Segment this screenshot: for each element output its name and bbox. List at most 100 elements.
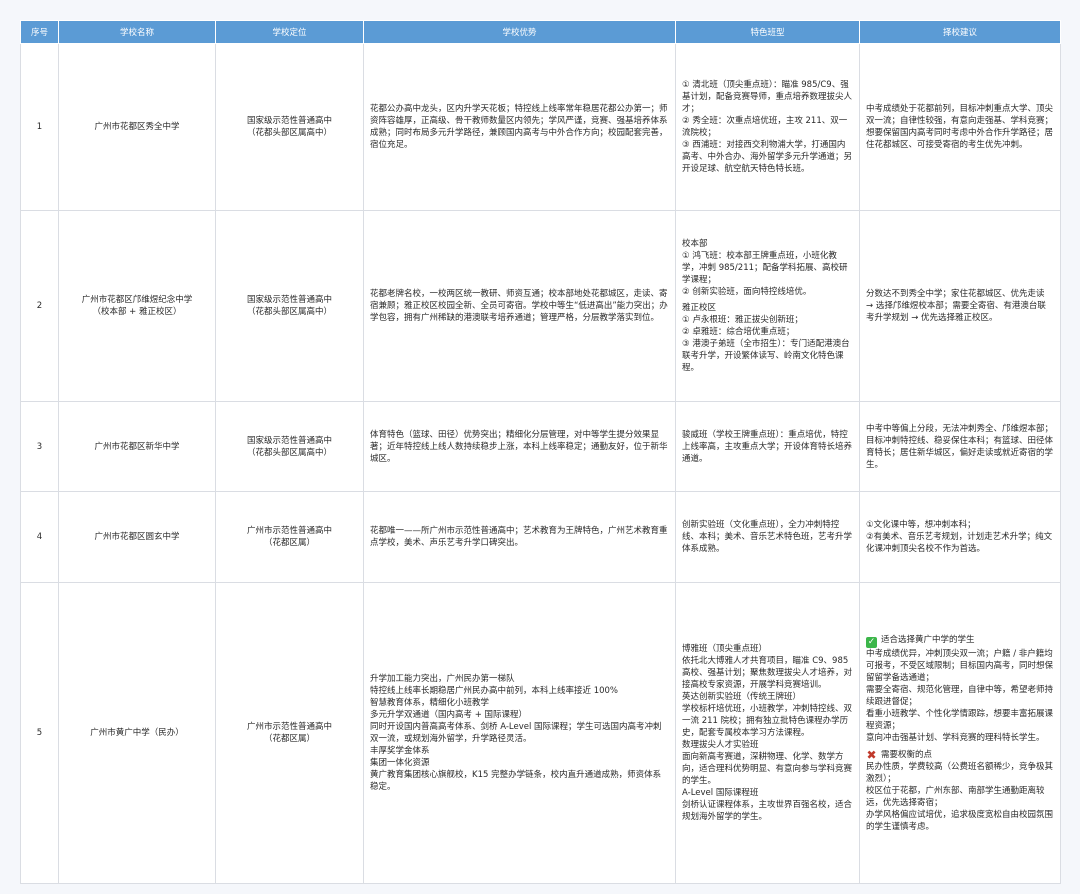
advice-item: 校区位于花都，广州东部、南部学生通勤距离较远，优先选择寄宿； <box>866 785 1045 808</box>
advice-item: 民办性质，学费较高（公费班名额稀少，竞争极其激烈）； <box>866 761 1054 784</box>
header-no: 序号 <box>20 20 59 44</box>
class-subheading: 雅正校区 <box>682 303 717 313</box>
cell-school-position: 广州市示范性普通高中 （花都区属） <box>215 491 364 583</box>
advice-good-heading: ✓ 适合选择黄广中学的学生 <box>866 634 1054 648</box>
advantage-text: 花都公办高中龙头，区内升学天花板；特控线上线率常年稳居花都公办第一；师资阵容雄厚… <box>370 104 668 150</box>
class-item: 面向新高考赛道，深耕物理、化学、数学方向，适合理科优势明显、有意向参与学科竞赛的… <box>682 752 853 786</box>
class-item: ① 鸿飞班：校本部王牌重点班，小班化教学，冲刺 985/211；配备学科拓展、高… <box>682 251 848 285</box>
advice-bad-title: 需要权衡的点 <box>881 749 933 760</box>
advice-text: 中考成绩处于花都前列，目标冲刺重点大学、顶尖双一流；自律性较强，有意向走强基、学… <box>866 104 1054 150</box>
class-subheading: A-Level 国际课程班 <box>682 788 759 798</box>
advice-item: 中考成绩优异，冲刺顶尖双一流；户籍 / 非户籍均可报考，不受区域限制；目标国内高… <box>866 648 1054 683</box>
table-row: 2 广州市花都区邝维煜纪念中学 （校本部 + 雅正校区） 国家级示范性普通高中 … <box>20 210 1061 402</box>
class-item: 创新实验班（文化重点班），全力冲刺特控线、本科；美术、音乐艺术特色班，艺考升学体… <box>682 520 853 554</box>
cell-school-position: 国家级示范性普通高中 （花都头部区属高中） <box>215 210 364 402</box>
table-row: 3 广州市花都区新华中学 国家级示范性普通高中 （花都头部区属高中） 体育特色（… <box>20 401 1061 492</box>
advice-bad-heading: ✖ 需要权衡的点 <box>866 749 1054 761</box>
class-item: 依托北大博雅人才共育项目，瞄准 C9、985 高校、强基计划；聚焦数理拔尖人才培… <box>682 656 853 690</box>
cell-no: 3 <box>20 401 59 492</box>
header-featured-classes: 特色班型 <box>675 20 860 44</box>
cell-advice: 中考中等偏上分段，无法冲刺秀全、邝维煜本部；目标冲刺特控线、稳妥保住本科；有篮球… <box>859 401 1061 492</box>
class-item: ① 清北班（顶尖重点班）：瞄准 985/C9、强基计划，配备竞赛导师，重点培养数… <box>682 80 853 114</box>
class-item: ② 卓雅班：综合培优重点班； <box>682 327 795 337</box>
advantage-heading: 多元升学双通道（国内高考 + 国际课程） <box>370 710 528 720</box>
cell-classes: 校本部 ① 鸿飞班：校本部王牌重点班，小班化教学，冲刺 985/211；配备学科… <box>675 210 860 402</box>
advantage-text: 体育特色（篮球、田径）优势突出；精细化分层管理，对中等学生提分效果显著；近年特控… <box>370 429 668 464</box>
position-line: 广州市示范性普通高中 <box>246 722 332 732</box>
header-choice-advice: 择校建议 <box>859 20 1061 44</box>
cell-school-position: 国家级示范性普通高中 （花都头部区属高中） <box>215 401 364 492</box>
advantage-heading: 升学加工能力突出，广州民办第一梯队 <box>370 674 515 684</box>
class-item: ② 秀全班：次重点培优班，主攻 211、双一流院校； <box>682 116 848 138</box>
advantage-heading: 集团一体化资源 <box>370 758 430 768</box>
cell-advice: ✓ 适合选择黄广中学的学生 中考成绩优异，冲刺顶尖双一流；户籍 / 非户籍均可报考… <box>859 582 1061 884</box>
advice-text: 中考中等偏上分段，无法冲刺秀全、邝维煜本部；目标冲刺特控线、稳妥保住本科；有篮球… <box>866 423 1054 470</box>
position-line: 广州市示范性普通高中 <box>246 526 332 536</box>
school-name-line: 广州市花都区邝维煜纪念中学 <box>81 295 193 305</box>
school-table-frame: 序号 学校名称 学校定位 学校优势 特色班型 择校建议 1 广州市花都区秀全中学… <box>20 20 1061 884</box>
cell-school-name: 广州市花都区新华中学 <box>58 401 216 492</box>
header-school-advantage: 学校优势 <box>363 20 676 44</box>
class-item: 剑桥认证课程体系，主攻世界百强名校，适合规划海外留学的学生。 <box>682 800 853 822</box>
cell-classes: 骏威班（学校王牌重点班）：重点培优，特控上线率高，主攻重点大学；开设体育特长培养… <box>675 401 860 492</box>
cell-school-position: 国家级示范性普通高中 （花都头部区属高中） <box>215 43 364 211</box>
advantage-text: 特控线上线率长期稳居广州民办高中前列，本科上线率接近 100% <box>370 686 619 696</box>
cell-advantage: 花都公办高中龙头，区内升学天花板；特控线上线率常年稳居花都公办第一；师资阵容雄厚… <box>363 43 676 211</box>
cell-no: 5 <box>20 582 59 884</box>
cell-classes: ① 清北班（顶尖重点班）：瞄准 985/C9、强基计划，配备竞赛导师，重点培养数… <box>675 43 860 211</box>
class-item: ③ 西浦班：对接西交利物浦大学，打通国内高考、中外合办、海外留学多元升学通道；另… <box>682 140 853 174</box>
cell-advantage: 升学加工能力突出，广州民办第一梯队 特控线上线率长期稳居广州民办高中前列，本科上… <box>363 582 676 884</box>
advantage-text: 花都老牌名校，一校两区统一教研、师资互通；校本部地处花都城区，走读、寄宿兼顾；雅… <box>370 289 668 323</box>
advice-item: 需要全寄宿、规范化管理，自律中等，希望老师持续跟进督促； <box>866 684 1054 707</box>
advice-item: 看重小班教学、个性化学情跟踪，想要丰富拓展课程资源； <box>866 708 1054 731</box>
cell-school-position: 广州市示范性普通高中 （花都区属） <box>215 582 364 884</box>
cell-school-name: 广州市黄广中学（民办） <box>58 582 216 884</box>
table-header-row: 序号 学校名称 学校定位 学校优势 特色班型 择校建议 <box>20 20 1061 44</box>
school-name-line: （校本部 + 雅正校区） <box>92 307 182 317</box>
class-item: 骏威班（学校王牌重点班）：重点培优，特控上线率高，主攻重点大学；开设体育特长培养… <box>682 429 853 464</box>
class-subheading: 英达创新实验班（传统王牌班） <box>682 692 802 702</box>
position-line: （花都头部区属高中） <box>246 307 332 317</box>
position-line: （花都区属） <box>263 734 315 744</box>
school-name-line: 广州市花都区秀全中学 <box>94 122 180 132</box>
school-comparison-table: 序号 学校名称 学校定位 学校优势 特色班型 择校建议 1 广州市花都区秀全中学… <box>20 20 1061 884</box>
advice-text: 分数达不到秀全中学；家住花都城区、优先走读 → 选择邝维煜校本部；需要全寄宿、有… <box>866 289 1048 323</box>
cell-classes: 博雅班（顶尖重点班） 依托北大博雅人才共育项目，瞄准 C9、985 高校、强基计… <box>675 582 860 884</box>
check-mark-icon: ✓ <box>866 636 877 648</box>
cell-advantage: 体育特色（篮球、田径）优势突出；精细化分层管理，对中等学生提分效果显著；近年特控… <box>363 401 676 492</box>
cell-advantage: 花都老牌名校，一校两区统一教研、师资互通；校本部地处花都城区，走读、寄宿兼顾；雅… <box>363 210 676 402</box>
position-line: （花都区属） <box>263 538 315 548</box>
cell-no: 2 <box>20 210 59 402</box>
class-subheading: 数理拔尖人才实验班 <box>682 740 759 750</box>
cell-no: 1 <box>20 43 59 211</box>
class-item: ② 创新实验班，面向特控线培优。 <box>682 287 812 297</box>
class-subheading: 校本部 <box>682 239 708 249</box>
cell-classes: 创新实验班（文化重点班），全力冲刺特控线、本科；美术、音乐艺术特色班，艺考升学体… <box>675 491 860 583</box>
advantage-heading: 智慧教育体系，精细化小班教学 <box>370 698 490 708</box>
advice-item: 意向冲击强基计划、学科竞赛的理科特长学生。 <box>866 732 1045 743</box>
advantage-heading: 丰厚奖学金体系 <box>370 746 430 756</box>
class-item: ③ 港澳子弟班（全市招生）：专门适配港澳台联考升学，开设繁体读写、岭南文化特色课… <box>682 339 850 373</box>
position-line: 国家级示范性普通高中 <box>246 295 332 305</box>
advice-good-title: 适合选择黄广中学的学生 <box>881 634 975 645</box>
class-item: ① 卢永根班：雅正拔尖创新班； <box>682 315 803 325</box>
header-school-name: 学校名称 <box>58 20 216 44</box>
school-name-line: 广州市花都区新华中学 <box>94 441 180 452</box>
school-name-line: 广州市花都区圆玄中学 <box>94 532 180 542</box>
position-line: （花都头部区属高中） <box>246 447 332 458</box>
cell-advice: 分数达不到秀全中学；家住花都城区、优先走读 → 选择邝维煜校本部；需要全寄宿、有… <box>859 210 1061 402</box>
advice-item: ②有美术、音乐艺考规划，计划走艺术升学；纯文化课冲刺顶尖名校不作为首选。 <box>866 532 1053 554</box>
cell-school-name: 广州市花都区圆玄中学 <box>58 491 216 583</box>
school-name-line: 广州市黄广中学（民办） <box>90 728 184 738</box>
advantage-text: 花都唯一——所广州市示范性普通高中；艺术教育为王牌特色，广州艺术教育重点学校，美… <box>370 526 668 548</box>
cell-advice: ①文化课中等，想冲刺本科； ②有美术、音乐艺考规划，计划走艺术升学；纯文化课冲刺… <box>859 491 1061 583</box>
cell-advice: 中考成绩处于花都前列，目标冲刺重点大学、顶尖双一流；自律性较强，有意向走强基、学… <box>859 43 1061 211</box>
position-line: 国家级示范性普通高中 <box>246 116 332 126</box>
class-item: 学校标杆培优班，小班教学，冲刺特控线、双一流 211 院校；拥有独立批特色课程办… <box>682 704 853 738</box>
table-row: 4 广州市花都区圆玄中学 广州市示范性普通高中 （花都区属） 花都唯一——所广州… <box>20 491 1061 583</box>
advantage-text: 黄广教育集团核心旗舰校，K15 完整办学链条，校内直升通道成熟，师资体系稳定。 <box>370 770 662 792</box>
cell-advantage: 花都唯一——所广州市示范性普通高中；艺术教育为王牌特色，广州艺术教育重点学校，美… <box>363 491 676 583</box>
position-line: 国家级示范性普通高中 <box>246 435 332 446</box>
cell-school-name: 广州市花都区秀全中学 <box>58 43 216 211</box>
class-subheading: 博雅班（顶尖重点班） <box>682 644 768 654</box>
